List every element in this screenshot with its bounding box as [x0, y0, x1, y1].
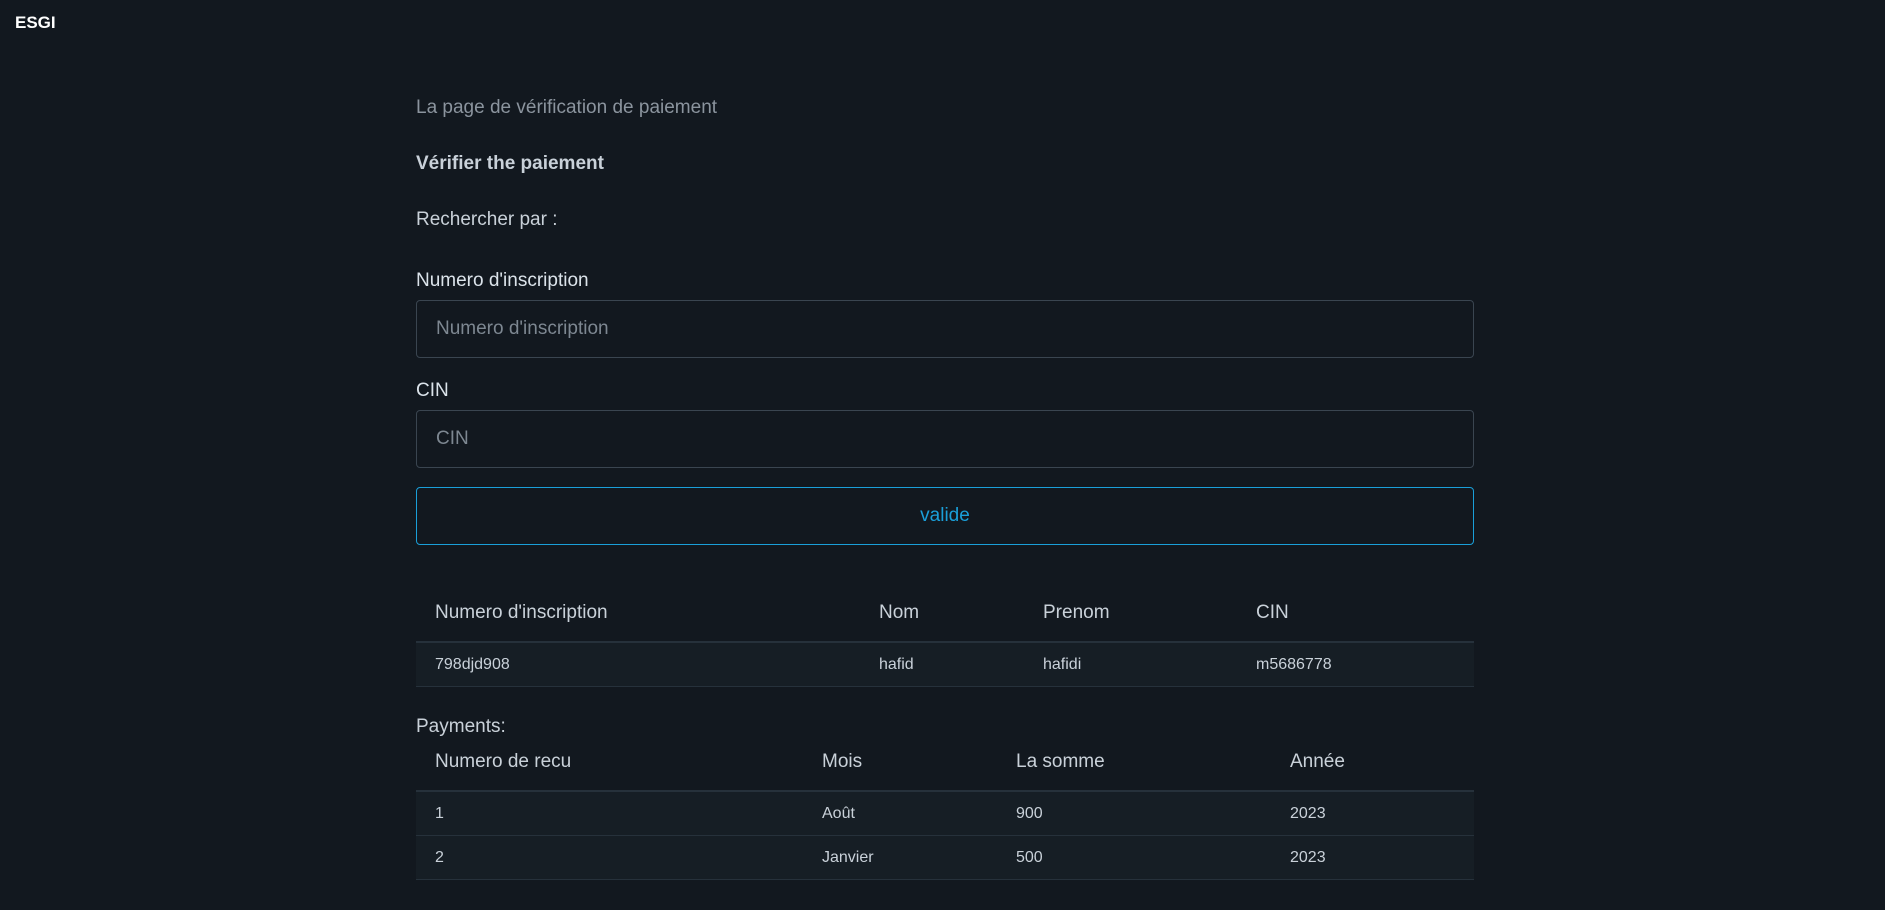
- cell-recu: 2: [416, 835, 803, 880]
- inscription-label: Numero d'inscription: [416, 270, 589, 291]
- payments-table: Numero de recu Mois La somme Année 1 Aoû…: [416, 733, 1474, 880]
- column-header: Année: [1271, 733, 1474, 792]
- cell-recu: 1: [416, 791, 803, 836]
- cell-annee: 2023: [1271, 791, 1474, 836]
- cell-somme: 500: [997, 835, 1271, 880]
- column-header: Mois: [803, 733, 997, 792]
- student-table: Numero d'inscription Nom Prenom CIN 798d…: [416, 584, 1474, 687]
- cell-cin: m5686778: [1237, 642, 1474, 687]
- cell-mois: Janvier: [803, 835, 997, 880]
- column-header: La somme: [997, 733, 1271, 792]
- table-row: 2 Janvier 500 2023: [416, 835, 1474, 880]
- cell-prenom: hafidi: [1024, 642, 1237, 687]
- cin-label: CIN: [416, 380, 449, 401]
- search-by-label: Rechercher par :: [416, 209, 558, 230]
- table-row: 798djd908 hafid hafidi m5686778: [416, 642, 1474, 687]
- column-header: CIN: [1237, 584, 1474, 643]
- column-header: Nom: [860, 584, 1024, 643]
- column-header: Numero de recu: [416, 733, 803, 792]
- table-row: 1 Août 900 2023: [416, 791, 1474, 836]
- cell-mois: Août: [803, 791, 997, 836]
- column-header: Prenom: [1024, 584, 1237, 643]
- validate-button[interactable]: valide: [416, 487, 1474, 545]
- cell-inscription: 798djd908: [416, 642, 860, 687]
- page-subtitle: La page de vérification de paiement: [416, 97, 718, 118]
- table-header-row: Numero d'inscription Nom Prenom CIN: [416, 584, 1474, 643]
- cell-annee: 2023: [1271, 835, 1474, 880]
- column-header: Numero d'inscription: [416, 584, 860, 643]
- page-title: Vérifier the paiement: [416, 153, 604, 174]
- table-header-row: Numero de recu Mois La somme Année: [416, 733, 1474, 792]
- brand-logo[interactable]: ESGI: [15, 13, 56, 33]
- cell-nom: hafid: [860, 642, 1024, 687]
- inscription-input[interactable]: [416, 300, 1474, 358]
- cin-input[interactable]: [416, 410, 1474, 468]
- cell-somme: 900: [997, 791, 1271, 836]
